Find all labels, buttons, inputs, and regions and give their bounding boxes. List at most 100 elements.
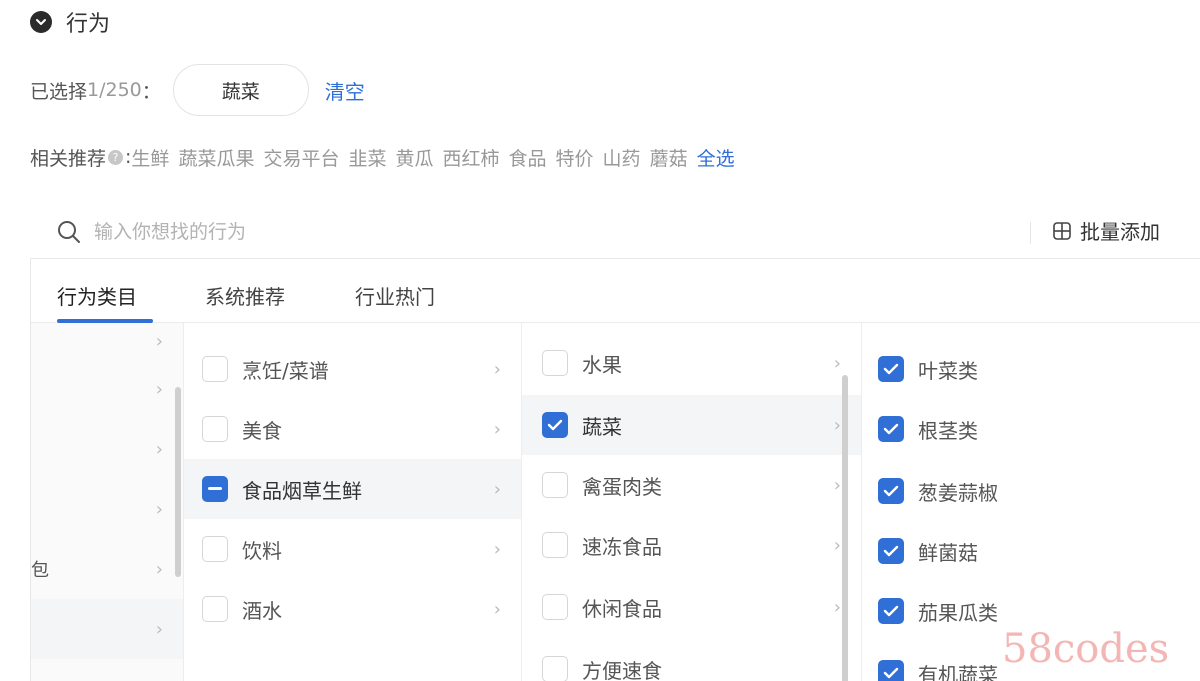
chevron-right-icon: › — [155, 330, 163, 352]
list-item-label: 葱姜蒜椒 — [918, 480, 998, 505]
list-item-label-fragment: 包 — [31, 560, 49, 581]
list-item[interactable]: › — [31, 359, 183, 419]
checkmark-icon — [883, 605, 899, 617]
category-column-level3: 水果 › 蔬菜 › 禽蛋肉类 › 速冻食品 › 休闲食品 › 方便速食 — [521, 323, 861, 681]
batch-add-label: 批量添加 — [1080, 220, 1160, 244]
list-item-label: 水果 — [582, 352, 622, 377]
checkmark-icon — [883, 423, 899, 435]
chevron-right-icon: › — [833, 414, 841, 436]
chevron-right-icon: › — [833, 534, 841, 556]
checkbox[interactable] — [542, 532, 568, 558]
recommend-item[interactable]: 交易平台 — [263, 144, 339, 171]
chevron-right-icon: › — [493, 358, 501, 380]
recommend-item[interactable]: 蔬菜瓜果 — [178, 144, 254, 171]
list-item[interactable]: › — [31, 419, 183, 479]
selected-count: 1/250 — [87, 79, 142, 101]
chevron-right-icon: › — [155, 618, 163, 640]
recommend-item[interactable]: 山药 — [603, 144, 641, 171]
list-item-label: 有机蔬菜 — [918, 662, 998, 681]
list-item-label: 美食 — [242, 418, 282, 443]
checkbox-checked[interactable] — [878, 538, 904, 564]
recommend-item[interactable]: 特价 — [556, 144, 594, 171]
list-item[interactable]: 水果 › — [522, 333, 861, 393]
tab-bar: 行为类目 系统推荐 行业热门 — [31, 259, 1200, 323]
list-item[interactable]: 根茎类 — [862, 399, 1200, 459]
checkbox[interactable] — [542, 594, 568, 620]
list-item[interactable]: 美食 › — [184, 399, 521, 459]
chevron-right-icon: › — [833, 596, 841, 618]
list-item[interactable]: 食品烟草生鲜 › — [184, 459, 521, 519]
list-item-label: 酒水 — [242, 598, 282, 623]
list-item[interactable]: 葱姜蒜椒 — [862, 461, 1200, 521]
tab-system-recommend[interactable]: 系统推荐 — [205, 281, 285, 310]
list-item-label: 叶菜类 — [918, 358, 978, 383]
search-row: 批量添加 — [56, 212, 1200, 252]
chevron-right-icon: › — [155, 558, 163, 580]
batch-add-button[interactable]: 批量添加 — [1052, 216, 1160, 245]
batch-add-icon — [1053, 221, 1071, 240]
list-item[interactable]: 烹饪/菜谱 › — [184, 339, 521, 399]
chevron-right-icon: › — [155, 438, 163, 460]
section-header[interactable]: 行为 — [30, 6, 110, 38]
list-item[interactable]: 蔬菜 › — [522, 395, 861, 455]
clear-link[interactable]: 清空 — [325, 76, 365, 105]
category-panel: 行为类目 系统推荐 行业热门 › › › › 包 › › 烹饪/菜谱 › 美食 … — [30, 258, 1200, 681]
checkbox-checked[interactable] — [542, 412, 568, 438]
list-item-label: 蔬菜 — [582, 414, 622, 439]
chevron-right-icon: › — [833, 474, 841, 496]
chevron-right-icon: › — [493, 598, 501, 620]
checkbox[interactable] — [542, 350, 568, 376]
scrollbar[interactable] — [842, 375, 848, 681]
checkbox-indeterminate[interactable] — [202, 476, 228, 502]
list-item-label: 禽蛋肉类 — [582, 474, 662, 499]
list-item[interactable]: 包 › — [31, 539, 183, 599]
checkbox-checked[interactable] — [878, 416, 904, 442]
checkbox[interactable] — [202, 416, 228, 442]
recommend-item[interactable]: 黄瓜 — [395, 144, 433, 171]
list-item-label: 休闲食品 — [582, 596, 662, 621]
tab-industry-hot[interactable]: 行业热门 — [355, 281, 435, 310]
list-item[interactable]: 速冻食品 › — [522, 515, 861, 575]
checkbox-checked[interactable] — [878, 478, 904, 504]
recommend-item[interactable]: 西红柿 — [443, 144, 500, 171]
category-column-level1: › › › › 包 › › — [31, 323, 183, 681]
indeterminate-icon — [208, 487, 222, 490]
list-item[interactable]: 禽蛋肉类 › — [522, 455, 861, 515]
list-item[interactable]: 休闲食品 › — [522, 577, 861, 637]
selected-tag-chip[interactable]: 蔬菜 — [172, 64, 309, 116]
recommend-item[interactable]: 生鲜 — [131, 144, 169, 171]
list-item-label: 方便速食 — [582, 658, 662, 681]
question-circle-icon[interactable]: ? — [108, 149, 124, 165]
recommend-item[interactable]: 蘑菇 — [650, 144, 688, 171]
select-all-link[interactable]: 全选 — [697, 144, 735, 171]
scrollbar[interactable] — [175, 387, 181, 577]
list-item[interactable]: 饮料 › — [184, 519, 521, 579]
chevron-right-icon: › — [493, 478, 501, 500]
chevron-down-circle-icon[interactable] — [30, 11, 52, 33]
recommend-item[interactable]: 韭菜 — [348, 144, 386, 171]
list-item-label: 茄果瓜类 — [918, 600, 998, 625]
selected-label: 已选择 — [30, 80, 88, 103]
tab-behavior-category[interactable]: 行为类目 — [57, 281, 137, 310]
list-item[interactable]: › — [31, 599, 183, 659]
checkbox-checked[interactable] — [878, 660, 904, 681]
list-item[interactable]: 叶菜类 — [862, 339, 1200, 399]
category-column-level2: 烹饪/菜谱 › 美食 › 食品烟草生鲜 › 饮料 › 酒水 › — [183, 323, 521, 681]
checkbox[interactable] — [202, 356, 228, 382]
checkbox[interactable] — [542, 472, 568, 498]
checkbox-checked[interactable] — [878, 598, 904, 624]
list-item[interactable]: 酒水 › — [184, 579, 521, 639]
list-item-label: 根茎类 — [918, 418, 978, 443]
recommend-item[interactable]: 食品 — [509, 144, 547, 171]
list-item[interactable]: 方便速食 — [522, 639, 861, 681]
search-input[interactable] — [94, 221, 694, 243]
checkbox-checked[interactable] — [878, 356, 904, 382]
checkbox[interactable] — [542, 656, 568, 681]
checkbox[interactable] — [202, 596, 228, 622]
list-item[interactable]: › — [31, 479, 183, 539]
checkbox[interactable] — [202, 536, 228, 562]
list-item[interactable]: 鲜菌菇 — [862, 521, 1200, 581]
recommend-row: 相关推荐 ? : 生鲜 蔬菜瓜果 交易平台 韭菜 黄瓜 西红柿 食品 特价 山药… — [30, 140, 735, 174]
search-icon — [58, 221, 80, 243]
chevron-right-icon: › — [493, 538, 501, 560]
